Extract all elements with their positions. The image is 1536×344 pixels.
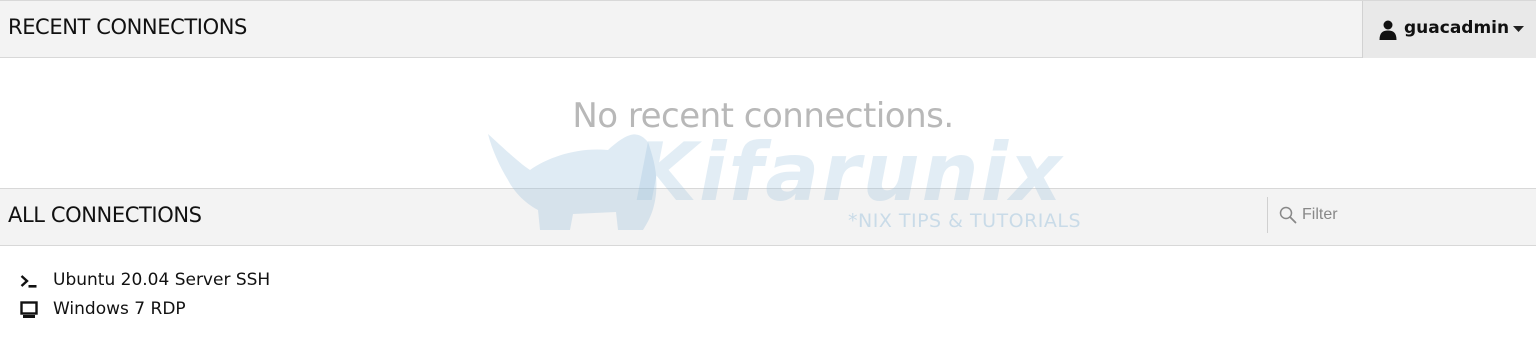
connection-label: Ubuntu 20.04 Server SSH [53,270,271,290]
no-recent-connections-message: No recent connections. [572,96,954,136]
monitor-icon [20,301,38,318]
username-label: guacadmin [1404,18,1510,38]
terminal-icon [20,275,37,288]
filter-box [1267,197,1536,233]
recent-connections-header: RECENT CONNECTIONS guacadmin [0,0,1536,58]
all-connections-title: ALL CONNECTIONS [8,203,202,227]
filter-input[interactable] [1302,202,1522,228]
user-menu-button[interactable]: guacadmin [1362,1,1536,58]
chevron-down-icon [1513,26,1524,32]
recent-connections-title: RECENT CONNECTIONS [8,15,247,39]
guacamole-home-page: RECENT CONNECTIONS guacadmin No recent c… [0,0,1536,344]
search-icon [1279,206,1297,224]
connection-label: Windows 7 RDP [53,299,186,319]
user-icon [1379,20,1397,40]
